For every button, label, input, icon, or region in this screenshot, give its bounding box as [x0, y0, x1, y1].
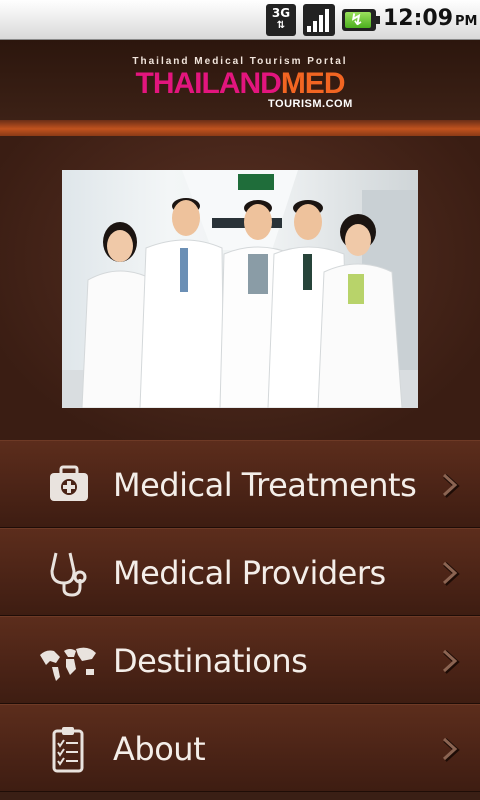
- network-3g-icon: 3G ⇅: [266, 4, 296, 36]
- battery-charging-icon: ↯: [342, 9, 380, 31]
- network-type: 3G: [271, 6, 291, 20]
- menu-label: Destinations: [113, 642, 308, 680]
- clock-ampm: PM: [455, 14, 478, 29]
- world-map-icon: [40, 647, 96, 681]
- menu-item-medical-providers[interactable]: Medical Providers: [0, 528, 480, 616]
- logo-domain: TOURISM.COM: [268, 98, 353, 110]
- menu-label: Medical Treatments: [113, 466, 417, 504]
- status-bar: 3G ⇅ ↯ 12:09 PM: [0, 0, 480, 40]
- stethoscope-icon: [50, 552, 87, 597]
- chevron-right-icon: [442, 649, 460, 674]
- header-divider: [0, 120, 480, 136]
- logo-part2: MED: [280, 67, 346, 100]
- data-arrows-icon: ⇅: [276, 20, 286, 31]
- chevron-right-icon: [442, 473, 460, 498]
- menu-label: Medical Providers: [113, 554, 386, 592]
- chevron-right-icon: [442, 561, 460, 586]
- clock: 12:09 PM: [383, 6, 478, 36]
- menu-item-about[interactable]: About: [0, 704, 480, 792]
- main-menu: Medical Treatments Medical Providers Des…: [0, 440, 480, 800]
- app-header: Thailand Medical Tourism Portal THAILAND…: [0, 40, 480, 120]
- logo-part1: THAILAND: [135, 67, 282, 100]
- menu-item-destinations[interactable]: Destinations: [0, 616, 480, 704]
- logo-tagline: Thailand Medical Tourism Portal: [132, 56, 348, 67]
- signal-strength-icon: [303, 4, 335, 36]
- menu-label: About: [113, 730, 206, 768]
- chevron-right-icon: [442, 737, 460, 762]
- hero-panel: [0, 136, 480, 440]
- first-aid-kit-icon: [50, 465, 88, 501]
- menu-item-medical-treatments[interactable]: Medical Treatments: [0, 440, 480, 528]
- doctors-photo: [62, 170, 418, 408]
- clipboard-icon: [52, 727, 84, 773]
- clock-time: 12:09: [383, 6, 454, 31]
- app-logo: THAILANDMED: [0, 67, 480, 101]
